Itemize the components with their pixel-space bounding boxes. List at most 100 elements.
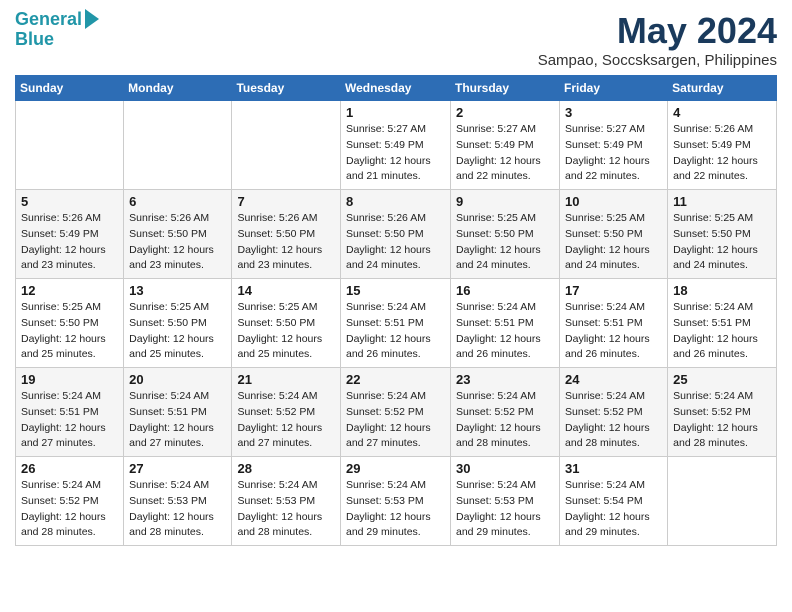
calendar-cell: 21Sunrise: 5:24 AM Sunset: 5:52 PM Dayli…	[232, 368, 341, 457]
calendar-cell: 22 Sunrise: 5:24 AM Sunset: 5:52 PM Dayli…	[341, 368, 451, 457]
calendar-cell: 30 Sunrise: 5:24 AM Sunset: 5:53 PM Dayli…	[451, 457, 560, 546]
day-number: 7	[237, 194, 335, 209]
day-number: 5	[21, 194, 118, 209]
calendar-cell: 18Sunrise: 5:24 AM Sunset: 5:51 PM Dayli…	[668, 279, 777, 368]
day-number: 11	[673, 194, 771, 209]
calendar-cell: 25 Sunrise: 5:24 AM Sunset: 5:52 PM Dayli…	[668, 368, 777, 457]
day-info: Sunrise: 5:25 AM Sunset: 5:50 PM Dayligh…	[21, 300, 118, 363]
day-number: 23	[456, 372, 554, 387]
day-number: 15	[346, 283, 445, 298]
day-number: 1	[346, 105, 445, 120]
header-sunday: Sunday	[16, 76, 124, 101]
calendar-table: SundayMondayTuesdayWednesdayThursdayFrid…	[15, 75, 777, 546]
day-info: Sunrise: 5:24 AM Sunset: 5:52 PM Dayligh…	[565, 389, 662, 452]
calendar-cell: 3Sunrise: 5:27 AM Sunset: 5:49 PM Daylig…	[560, 101, 668, 190]
day-info: Sunrise: 5:27 AM Sunset: 5:49 PM Dayligh…	[346, 122, 445, 185]
day-info: Sunrise: 5:24 AM Sunset: 5:52 PM Dayligh…	[673, 389, 771, 452]
calendar-cell: 15 Sunrise: 5:24 AM Sunset: 5:51 PM Dayli…	[341, 279, 451, 368]
logo-arrow-icon	[85, 9, 99, 29]
calendar-cell: 16Sunrise: 5:24 AM Sunset: 5:51 PM Dayli…	[451, 279, 560, 368]
calendar-cell: 4 Sunrise: 5:26 AM Sunset: 5:49 PM Daylig…	[668, 101, 777, 190]
calendar-week-2: 5 Sunrise: 5:26 AM Sunset: 5:49 PM Daylig…	[16, 190, 777, 279]
calendar-cell: 24 Sunrise: 5:24 AM Sunset: 5:52 PM Dayli…	[560, 368, 668, 457]
day-number: 26	[21, 461, 118, 476]
day-number: 12	[21, 283, 118, 298]
calendar-week-4: 19 Sunrise: 5:24 AM Sunset: 5:51 PM Dayli…	[16, 368, 777, 457]
subtitle: Sampao, Soccsksargen, Philippines	[538, 52, 777, 69]
calendar-cell: 5 Sunrise: 5:26 AM Sunset: 5:49 PM Daylig…	[16, 190, 124, 279]
day-info: Sunrise: 5:25 AM Sunset: 5:50 PM Dayligh…	[129, 300, 226, 363]
calendar-cell: 23 Sunrise: 5:24 AM Sunset: 5:52 PM Dayli…	[451, 368, 560, 457]
calendar-cell	[124, 101, 232, 190]
calendar-cell: 26 Sunrise: 5:24 AM Sunset: 5:52 PM Dayli…	[16, 457, 124, 546]
day-number: 17	[565, 283, 662, 298]
day-info: Sunrise: 5:24 AM Sunset: 5:54 PM Dayligh…	[565, 478, 662, 541]
calendar-cell: 14Sunrise: 5:25 AM Sunset: 5:50 PM Dayli…	[232, 279, 341, 368]
day-number: 19	[21, 372, 118, 387]
day-number: 30	[456, 461, 554, 476]
calendar-cell: 1 Sunrise: 5:27 AM Sunset: 5:49 PM Daylig…	[341, 101, 451, 190]
calendar-cell: 7 Sunrise: 5:26 AM Sunset: 5:50 PM Daylig…	[232, 190, 341, 279]
day-info: Sunrise: 5:25 AM Sunset: 5:50 PM Dayligh…	[237, 300, 335, 363]
day-info: Sunrise: 5:24 AM Sunset: 5:53 PM Dayligh…	[129, 478, 226, 541]
day-number: 8	[346, 194, 445, 209]
day-info: Sunrise: 5:25 AM Sunset: 5:50 PM Dayligh…	[456, 211, 554, 274]
day-number: 27	[129, 461, 226, 476]
day-info: Sunrise: 5:24 AM Sunset: 5:52 PM Dayligh…	[21, 478, 118, 541]
calendar-cell: 28Sunrise: 5:24 AM Sunset: 5:53 PM Dayli…	[232, 457, 341, 546]
calendar-cell: 31 Sunrise: 5:24 AM Sunset: 5:54 PM Dayli…	[560, 457, 668, 546]
calendar-cell: 29Sunrise: 5:24 AM Sunset: 5:53 PM Dayli…	[341, 457, 451, 546]
header-monday: Monday	[124, 76, 232, 101]
day-info: Sunrise: 5:27 AM Sunset: 5:49 PM Dayligh…	[456, 122, 554, 185]
calendar-cell: 12 Sunrise: 5:25 AM Sunset: 5:50 PM Dayli…	[16, 279, 124, 368]
calendar-cell: 2 Sunrise: 5:27 AM Sunset: 5:49 PM Daylig…	[451, 101, 560, 190]
calendar-cell: 27 Sunrise: 5:24 AM Sunset: 5:53 PM Dayli…	[124, 457, 232, 546]
day-info: Sunrise: 5:25 AM Sunset: 5:50 PM Dayligh…	[673, 211, 771, 274]
logo-text-line1: General	[15, 10, 82, 30]
day-info: Sunrise: 5:24 AM Sunset: 5:51 PM Dayligh…	[129, 389, 226, 452]
calendar-week-3: 12 Sunrise: 5:25 AM Sunset: 5:50 PM Dayli…	[16, 279, 777, 368]
header-saturday: Saturday	[668, 76, 777, 101]
main-title: May 2024	[538, 10, 777, 52]
day-number: 24	[565, 372, 662, 387]
day-info: Sunrise: 5:26 AM Sunset: 5:50 PM Dayligh…	[129, 211, 226, 274]
calendar-cell: 6Sunrise: 5:26 AM Sunset: 5:50 PM Daylig…	[124, 190, 232, 279]
header-thursday: Thursday	[451, 76, 560, 101]
calendar-cell	[668, 457, 777, 546]
day-number: 13	[129, 283, 226, 298]
calendar-cell: 19Sunrise: 5:24 AM Sunset: 5:51 PM Dayli…	[16, 368, 124, 457]
header-wednesday: Wednesday	[341, 76, 451, 101]
calendar-cell: 13 Sunrise: 5:25 AM Sunset: 5:50 PM Dayli…	[124, 279, 232, 368]
day-info: Sunrise: 5:24 AM Sunset: 5:52 PM Dayligh…	[237, 389, 335, 452]
day-number: 22	[346, 372, 445, 387]
day-info: Sunrise: 5:24 AM Sunset: 5:53 PM Dayligh…	[346, 478, 445, 541]
day-info: Sunrise: 5:24 AM Sunset: 5:53 PM Dayligh…	[456, 478, 554, 541]
day-number: 2	[456, 105, 554, 120]
page-header: General Blue May 2024 Sampao, Soccsksarg…	[15, 10, 777, 69]
calendar-cell	[232, 101, 341, 190]
day-number: 16	[456, 283, 554, 298]
day-info: Sunrise: 5:26 AM Sunset: 5:49 PM Dayligh…	[673, 122, 771, 185]
day-number: 31	[565, 461, 662, 476]
calendar-week-5: 26 Sunrise: 5:24 AM Sunset: 5:52 PM Dayli…	[16, 457, 777, 546]
day-info: Sunrise: 5:24 AM Sunset: 5:52 PM Dayligh…	[456, 389, 554, 452]
day-info: Sunrise: 5:26 AM Sunset: 5:49 PM Dayligh…	[21, 211, 118, 274]
calendar-cell	[16, 101, 124, 190]
header-friday: Friday	[560, 76, 668, 101]
calendar-header-row: SundayMondayTuesdayWednesdayThursdayFrid…	[16, 76, 777, 101]
logo-text-line2: Blue	[15, 30, 54, 50]
day-info: Sunrise: 5:24 AM Sunset: 5:51 PM Dayligh…	[346, 300, 445, 363]
header-tuesday: Tuesday	[232, 76, 341, 101]
logo: General Blue	[15, 10, 99, 50]
day-number: 9	[456, 194, 554, 209]
calendar-cell: 8 Sunrise: 5:26 AM Sunset: 5:50 PM Daylig…	[341, 190, 451, 279]
title-block: May 2024 Sampao, Soccsksargen, Philippin…	[538, 10, 777, 69]
day-number: 4	[673, 105, 771, 120]
day-number: 25	[673, 372, 771, 387]
day-info: Sunrise: 5:24 AM Sunset: 5:51 PM Dayligh…	[673, 300, 771, 363]
calendar-cell: 10Sunrise: 5:25 AM Sunset: 5:50 PM Dayli…	[560, 190, 668, 279]
calendar-cell: 20Sunrise: 5:24 AM Sunset: 5:51 PM Dayli…	[124, 368, 232, 457]
day-info: Sunrise: 5:24 AM Sunset: 5:52 PM Dayligh…	[346, 389, 445, 452]
day-info: Sunrise: 5:26 AM Sunset: 5:50 PM Dayligh…	[237, 211, 335, 274]
day-info: Sunrise: 5:26 AM Sunset: 5:50 PM Dayligh…	[346, 211, 445, 274]
